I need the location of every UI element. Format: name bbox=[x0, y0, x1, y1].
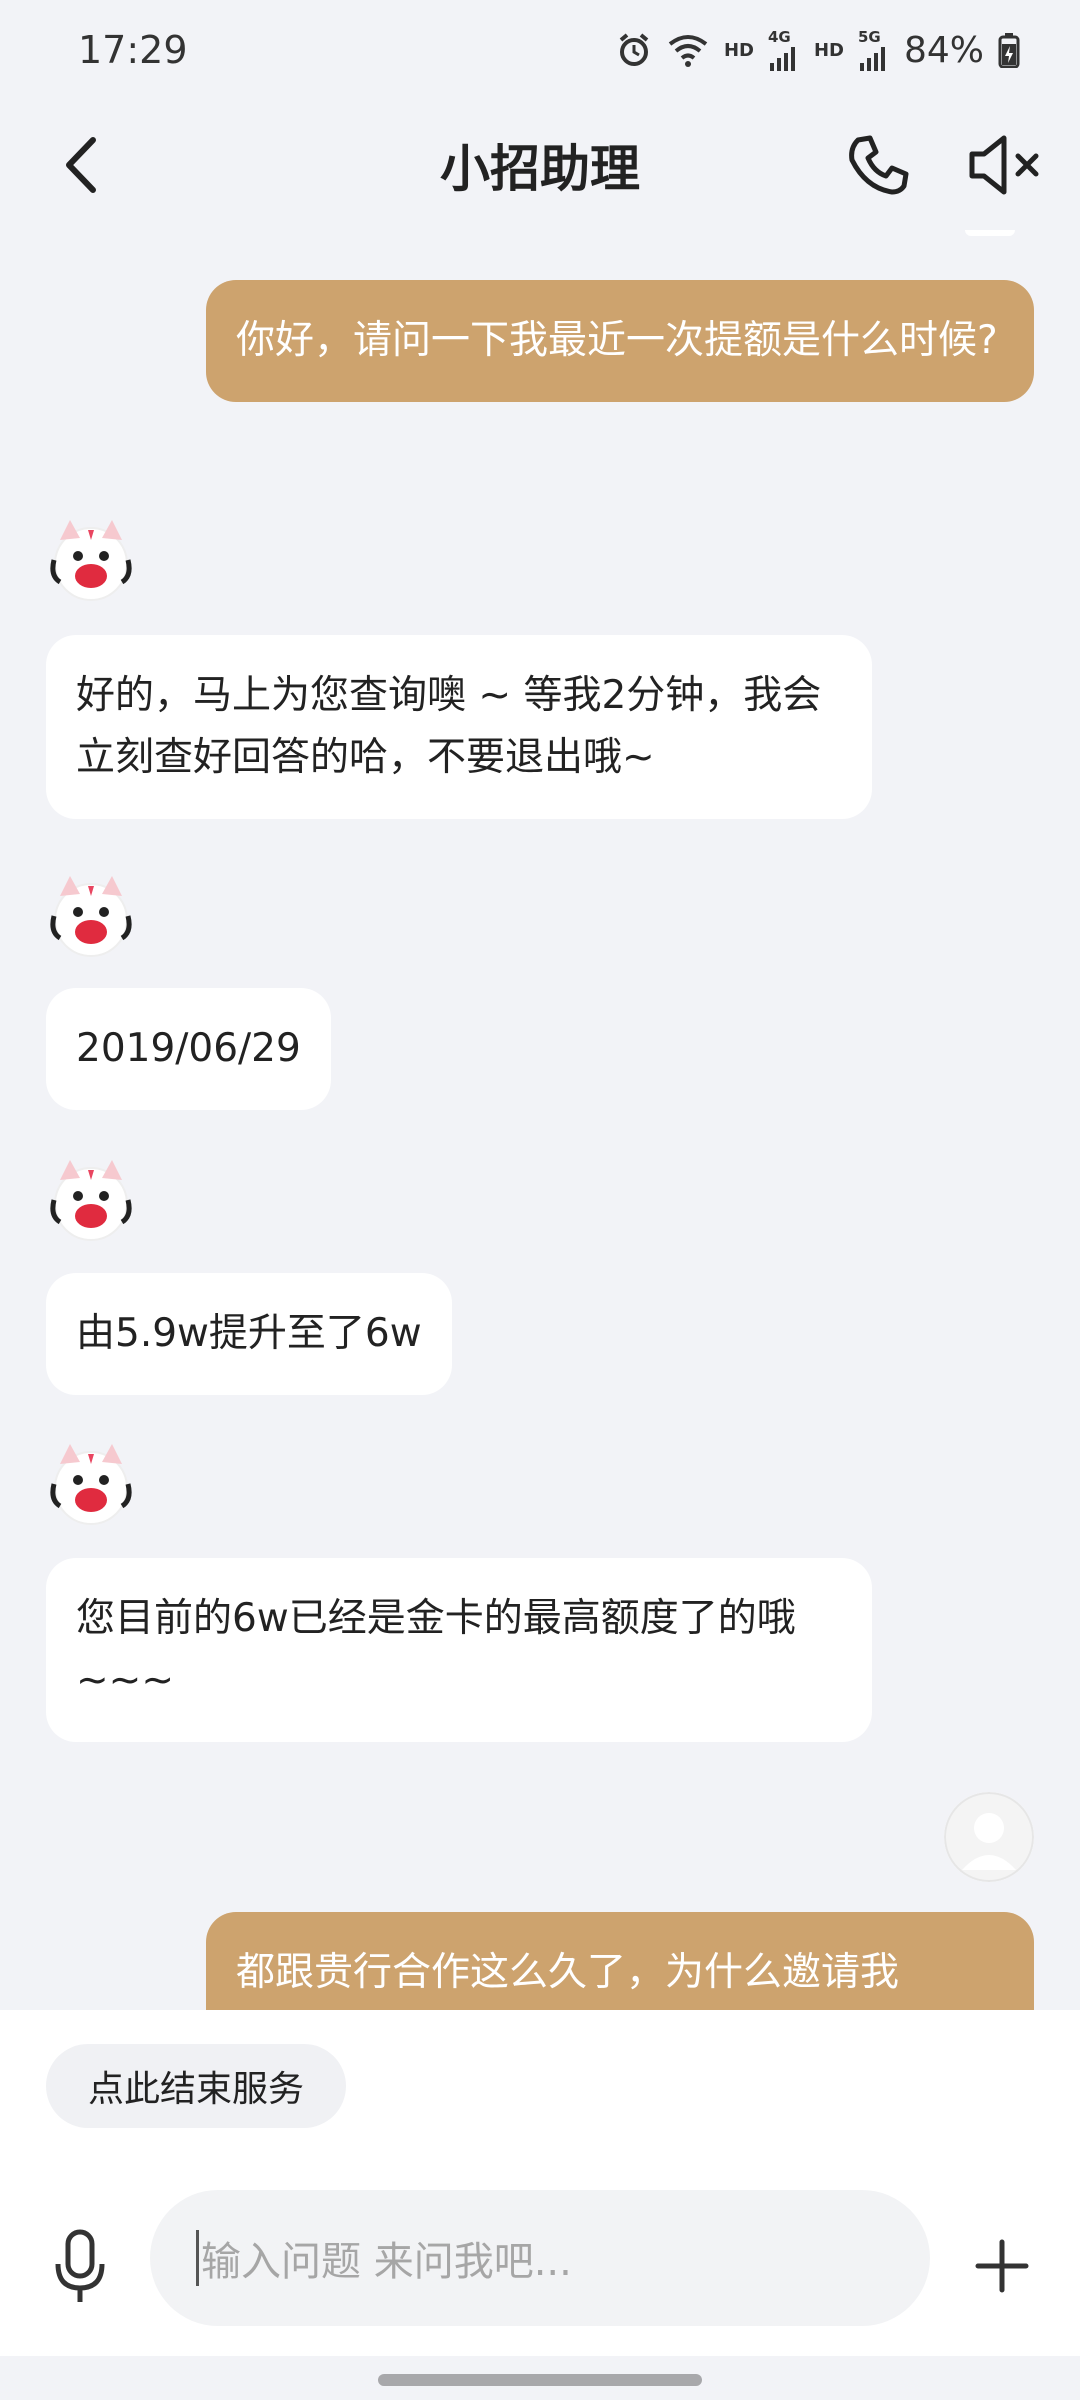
back-arrow-icon[interactable] bbox=[55, 130, 115, 200]
speaker-mute-icon[interactable] bbox=[966, 130, 1046, 200]
wifi-icon bbox=[668, 35, 708, 67]
hd-label-2: HD bbox=[813, 39, 844, 61]
plus-icon[interactable] bbox=[972, 2236, 1032, 2296]
status-icons: HD 4G HD 5G 84% bbox=[616, 27, 1020, 71]
chat-header: 小招助理 bbox=[0, 100, 1080, 230]
end-service-button[interactable]: 点此结束服务 bbox=[46, 2044, 347, 2128]
chat-message-list[interactable]: 你好，请问一下我最近一次提额是什么时候? 好的，马上为您查询噢 ~ 等我2分钟，… bbox=[0, 230, 1080, 2010]
signal-bars-icon bbox=[859, 46, 885, 71]
bot-avatar-icon bbox=[50, 520, 132, 601]
bot-avatar-icon bbox=[50, 1160, 132, 1241]
question-input[interactable]: 输入问题 来问我吧... bbox=[150, 2190, 930, 2326]
status-time: 17:29 bbox=[78, 28, 188, 72]
bot-avatar-icon bbox=[50, 876, 132, 957]
status-bar: 17:29 HD 4G HD 5G 84% bbox=[0, 0, 1080, 100]
phone-icon[interactable] bbox=[842, 130, 912, 200]
bot-avatar-icon bbox=[50, 1444, 132, 1525]
network-type-1: 4G bbox=[767, 27, 791, 46]
battery-charging-icon bbox=[998, 33, 1020, 68]
user-message: 你好，请问一下我最近一次提额是什么时候? bbox=[206, 280, 1034, 402]
hd-label-1: HD bbox=[723, 39, 754, 61]
user-avatar-icon bbox=[944, 1792, 1034, 1882]
bot-message: 由5.9w提升至了6w bbox=[46, 1273, 452, 1395]
question-input-placeholder: 输入问题 来问我吧... bbox=[201, 2239, 572, 2285]
bot-message: 您目前的6w已经是金卡的最高额度了的哦~~~ bbox=[46, 1558, 872, 1742]
microphone-icon[interactable] bbox=[50, 2228, 110, 2308]
user-message: 都跟贵行合作这么久了，为什么邀请我 bbox=[206, 1912, 1034, 2010]
signal-1: 4G bbox=[767, 27, 800, 71]
bot-message: 好的，马上为您查询噢 ~ 等我2分钟，我会立刻查好回答的哈，不要退出哦~ bbox=[46, 635, 872, 819]
text-caret bbox=[196, 2230, 199, 2286]
signal-2: 5G bbox=[857, 27, 890, 71]
alarm-icon bbox=[619, 33, 649, 66]
page-title: 小招助理 bbox=[440, 140, 640, 198]
network-type-2: 5G bbox=[857, 27, 881, 46]
signal-bars-icon bbox=[769, 46, 795, 71]
previous-avatar-fragment bbox=[965, 230, 1015, 236]
bot-message: 2019/06/29 bbox=[46, 988, 331, 1110]
user-silhouette-icon bbox=[944, 1792, 1034, 1882]
home-indicator-bar[interactable] bbox=[378, 2374, 702, 2386]
battery-percent: 84% bbox=[903, 29, 984, 71]
input-panel: 点此结束服务 输入问题 来问我吧... bbox=[0, 2010, 1080, 2400]
